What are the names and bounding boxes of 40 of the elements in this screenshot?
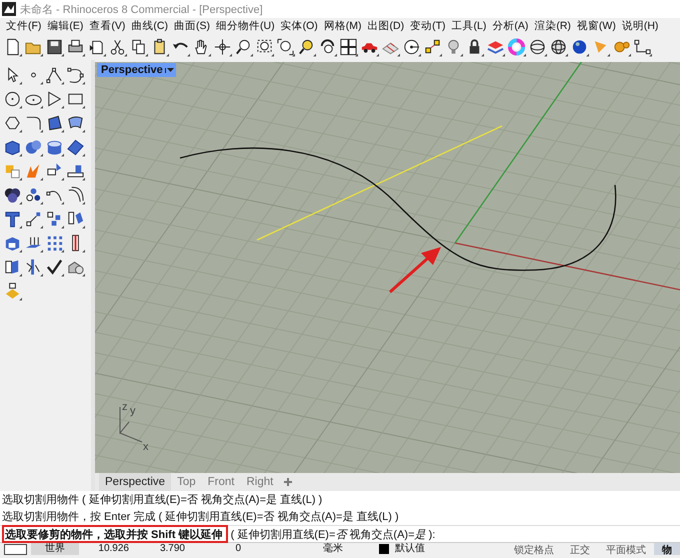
caret-icon[interactable] [164,68,174,72]
menu-item[interactable]: 工具(L) [448,19,490,33]
command-prompt: 选取要修剪的物件，选取并按 Shift 键以延伸 [2,525,228,543]
layer-label[interactable]: 默认值 [389,543,431,555]
viewport-tab[interactable]: Perspective [99,473,172,491]
viewport-tab[interactable]: Right [240,473,280,491]
menu-item[interactable]: 曲面(S) [171,19,213,33]
status-toggle[interactable]: 锁定格点 [506,543,562,555]
menu-item[interactable]: 分析(A) [489,19,532,33]
window-title: 未命名 - Rhinoceros 8 Commercial - [Perspective] [20,2,263,16]
menu-item[interactable]: 文件(F) [3,19,44,33]
cplane-label[interactable]: 世界 [31,543,79,555]
menu-item[interactable]: 查看(V) [86,19,128,33]
menu-item[interactable]: 曲线(C) [128,19,171,33]
menu-item[interactable]: 说明(H) [618,19,662,33]
menu-item[interactable]: 出图(D) [364,19,408,33]
menu-item[interactable]: 细分物件(U) [213,19,278,33]
menu-item[interactable]: 视窗(W) [574,19,619,33]
menu-item[interactable]: 变动(T) [407,19,448,33]
viewport-title[interactable]: Perspective [97,63,176,77]
command-history-line: 选取切割用物件，按 Enter 完成 ( 延伸切割用直线(E)=否 视角交点(A)=是 直线(L) ) [1,510,400,525]
coordinate-value: 3.790 [158,543,186,555]
menu-item[interactable]: 编辑(E) [44,19,86,33]
axis-label: x [143,441,148,453]
axis-label: y [130,405,136,417]
viewport-tab[interactable]: Top [171,473,202,491]
menu-item[interactable]: 网格(M) [320,19,364,33]
menu-item[interactable]: 渲染(R) [531,19,574,33]
coordinate-value: 10.926 [97,543,130,555]
command-history-line: 选取切割用物件 ( 延伸切割用直线(E)=否 视角交点(A)=是 直线(L) ) [1,492,324,508]
coordinate-value: 0 [234,543,242,555]
status-toggle[interactable]: 正交 [562,543,598,555]
status-toggle[interactable]: 平面模式 [598,543,654,555]
axis-label: z [122,401,128,413]
menu-item[interactable]: 实体(O) [278,19,321,33]
square-icon [4,544,27,554]
command-options[interactable]: ( 延伸切割用直线(E)=否 视角交点(A)=是 ): [228,526,436,542]
status-toggle[interactable]: 物 [654,543,680,555]
viewport-tab[interactable]: Front [202,473,240,491]
annotation-arrow [389,247,441,294]
